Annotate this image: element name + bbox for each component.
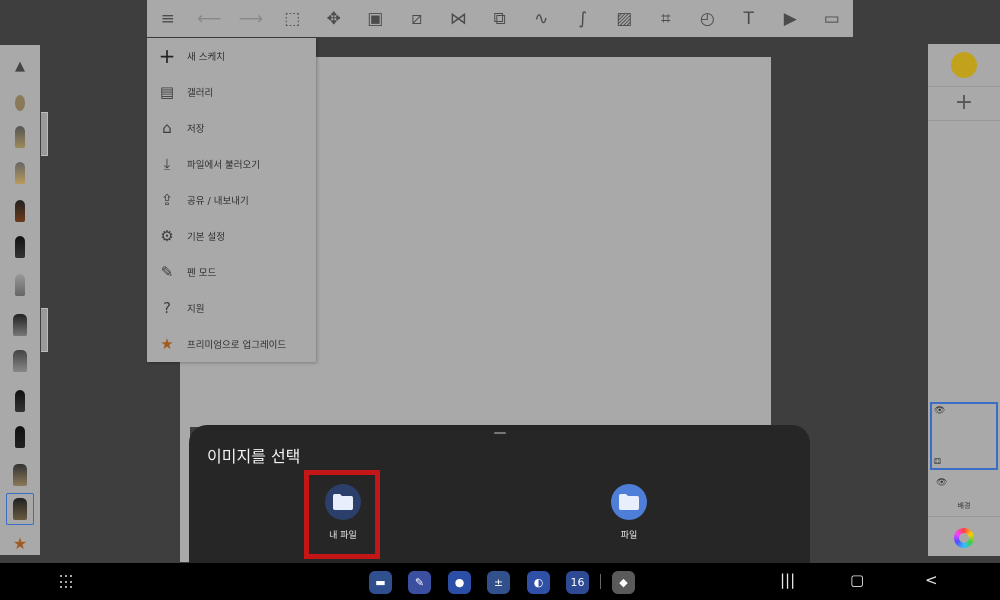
brush-airbrush[interactable] [6, 269, 34, 301]
layer-panel: + 👁 ⚃ 👁 배경 [928, 44, 1000, 556]
gallery-icon: ▤ [159, 83, 175, 101]
color-swatch[interactable] [951, 52, 977, 78]
divider [928, 86, 1000, 87]
contacts-dock-icon[interactable]: ● [448, 571, 471, 594]
star-icon[interactable]: ★ [6, 527, 34, 559]
layer-thumbnail[interactable]: 👁 ⚃ [930, 402, 998, 470]
fullscreen-icon[interactable]: ▭ [811, 0, 853, 37]
menu-item-label: 저장 [187, 124, 205, 135]
menu-item[interactable]: ✎ 펜 모드 [147, 254, 316, 290]
menu-item[interactable]: ⌂ 저장 [147, 110, 316, 146]
help-icon: ? [163, 299, 171, 317]
undo-icon[interactable]: ⟵ [189, 0, 231, 37]
curve-icon[interactable]: ∿ [521, 0, 563, 37]
eye-icon[interactable]: 👁 [934, 406, 945, 416]
sheet-handle[interactable] [494, 432, 506, 434]
brush-panel-handle-bottom[interactable] [41, 308, 48, 352]
dock-divider [600, 574, 601, 589]
share-icon: ⇪ [160, 191, 174, 209]
perspective-icon[interactable]: ⌗ [645, 0, 687, 37]
menu-item-label: 파일에서 불러오기 [187, 160, 260, 171]
files-app[interactable]: 파일 [597, 484, 661, 541]
menu-item-label: 지원 [187, 304, 205, 315]
brush-panel-handle-top[interactable] [41, 112, 48, 156]
internet-dock-icon[interactable]: ◐ [527, 571, 550, 594]
top-toolbar: ≡ ⟵ ⟶ ⬚ ✥ ▣ ⧄ ⋈ ⧉ ∿ ∫ ▨ ⌗ ◴ T ▶ ▭ [147, 0, 853, 37]
ruler-icon[interactable]: ⧄ [396, 0, 438, 37]
menu-item-label: 기본 설정 [187, 232, 225, 243]
menu-item-label: 펜 모드 [187, 268, 217, 279]
list-icon[interactable]: ≡ [147, 0, 189, 37]
calendar-dock-icon[interactable]: 16 [566, 571, 589, 594]
brush-selected[interactable] [6, 493, 34, 525]
home-icon[interactable]: ▢ [850, 571, 864, 589]
brush-fill[interactable] [6, 459, 34, 491]
timelapse-icon[interactable]: ◴ [687, 0, 729, 37]
folder-icon [611, 484, 647, 520]
add-layer-icon[interactable]: + [928, 88, 1000, 118]
menu-item-label: 새 스케치 [187, 52, 225, 63]
divider [928, 516, 1000, 517]
background-layer-label[interactable]: 배경 [928, 501, 1000, 511]
text-icon[interactable]: T [728, 0, 770, 37]
menu-item[interactable]: ⤓ 파일에서 불러오기 [147, 146, 316, 182]
color-wheel-icon[interactable] [954, 528, 974, 548]
brush-paint-2[interactable] [6, 345, 34, 377]
layer-transform-icon[interactable]: ▣ [355, 0, 397, 37]
add-image-icon[interactable]: ▨ [604, 0, 646, 37]
brush-library-bar: ▲ ★ [0, 45, 40, 555]
menu-item-label: 갤러리 [187, 88, 214, 99]
import-icon: ⤓ [163, 155, 171, 173]
brush-pencil-3[interactable] [6, 157, 34, 189]
brush-paint-1[interactable] [6, 309, 34, 341]
my-files-dock-icon[interactable]: ▬ [369, 571, 392, 594]
menu-item[interactable]: ? 지원 [147, 290, 316, 326]
brush-marker-2[interactable] [6, 231, 34, 263]
menu-item[interactable]: ⚙ 기본 설정 [147, 218, 316, 254]
move-icon[interactable]: ✥ [313, 0, 355, 37]
settings-icon: ⚙ [160, 227, 174, 245]
menu-item[interactable]: + 새 스케치 [147, 38, 316, 74]
menu-item[interactable]: ★ 프리미엄으로 업그레이드 [147, 326, 316, 362]
system-navigation-bar: ||| ▢ < ▬ ✎ ● ± ◐ 16 ◆ [0, 563, 1000, 600]
save-icon: ⌂ [162, 119, 172, 137]
shape-icon[interactable]: ⧉ [479, 0, 521, 37]
blend-mode-icon[interactable]: ⚃ [934, 457, 941, 466]
app-label: 파일 [620, 531, 638, 541]
pen-icon: ✎ [160, 263, 174, 281]
selection-highlight [304, 470, 380, 559]
menu-item-label: 공유 / 내보내기 [187, 196, 249, 207]
brush-pencil-1[interactable] [6, 87, 34, 119]
roblox-dock-icon[interactable]: ◆ [612, 571, 635, 594]
redo-icon[interactable]: ⟶ [230, 0, 272, 37]
stroke-icon[interactable]: ∫ [562, 0, 604, 37]
menu-item-label: 프리미엄으로 업그레이드 [187, 340, 287, 351]
back-icon[interactable]: < [925, 571, 938, 589]
star-icon: ★ [160, 335, 174, 353]
select-icon[interactable]: ⬚ [272, 0, 314, 37]
notes-dock-icon[interactable]: ✎ [408, 571, 431, 594]
calculator-dock-icon[interactable]: ± [487, 571, 510, 594]
brush-pencil-2[interactable] [6, 121, 34, 153]
sheet-title: 이미지를 선택 [207, 447, 301, 466]
menu-item[interactable]: ▤ 갤러리 [147, 74, 316, 110]
brush-size-slider-icon[interactable]: ▲ [6, 50, 34, 82]
eye-icon[interactable]: 👁 [936, 478, 947, 488]
video-icon[interactable]: ▶ [770, 0, 812, 37]
main-menu: + 새 스케치 ▤ 갤러리 ⌂ 저장 ⤓ 파일에서 불러오기 ⇪ 공유 / 내보내기 ⚙ 기본 설정 ✎… [147, 38, 316, 362]
plus-icon: + [158, 44, 176, 68]
brush-eraser[interactable] [6, 421, 34, 453]
divider [928, 120, 1000, 121]
brush-smudge[interactable] [6, 385, 34, 417]
brush-marker-1[interactable] [6, 195, 34, 227]
recent-apps-icon[interactable]: ||| [780, 571, 795, 589]
image-picker-sheet: 이미지를 선택 내 파일 파일 [189, 425, 810, 565]
app-drawer-icon[interactable] [60, 575, 74, 589]
symmetry-icon[interactable]: ⋈ [438, 0, 480, 37]
menu-item[interactable]: ⇪ 공유 / 내보내기 [147, 182, 316, 218]
